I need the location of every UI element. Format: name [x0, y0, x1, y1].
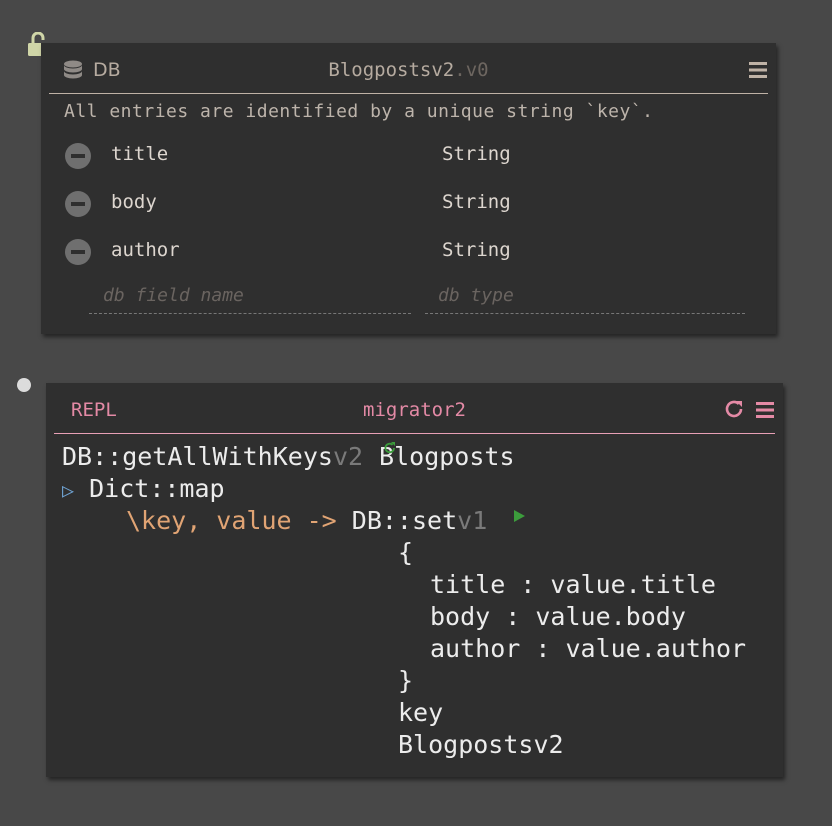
code-line-getallwithkeys[interactable]: DB::getAllWithKeysv2 Blogposts — [62, 441, 515, 473]
pipe-icon: ▷ — [62, 478, 75, 502]
field-name[interactable]: title — [111, 143, 168, 165]
menu-icon[interactable] — [748, 61, 768, 79]
code-record-field[interactable]: body : value.body — [430, 601, 686, 633]
field-type[interactable]: String — [442, 143, 511, 165]
db-panel: DB Blogpostsv2.v0 All entries are identi… — [41, 43, 776, 334]
play-icon[interactable] — [512, 509, 526, 523]
remove-field-icon[interactable] — [65, 143, 91, 169]
db-header: DB Blogpostsv2.v0 — [49, 55, 768, 94]
repl-name[interactable]: migrator2 — [54, 399, 775, 421]
db-version: .v0 — [454, 59, 489, 81]
menu-icon[interactable] — [755, 401, 775, 419]
field-name[interactable]: author — [111, 239, 180, 261]
field-name-underline — [89, 313, 411, 314]
code-line-dict-map[interactable]: ▷ Dict::map — [62, 473, 225, 506]
remove-field-icon[interactable] — [65, 191, 91, 217]
repl-header: REPL migrator2 — [54, 395, 775, 434]
repl-panel: REPL migrator2 DB::getAllWithKeysv2 Blogp… — [46, 383, 783, 777]
field-name[interactable]: body — [111, 191, 157, 213]
field-type[interactable]: String — [442, 239, 511, 261]
handler-status-dot[interactable] — [17, 378, 31, 392]
db-field-row: body String — [41, 190, 776, 220]
new-field-name-input[interactable]: db field name — [103, 285, 244, 306]
db-name[interactable]: Blogpostsv2.v0 — [49, 59, 768, 81]
code-arg-table[interactable]: Blogpostsv2 — [398, 729, 564, 761]
code-record-field[interactable]: title : value.title — [430, 569, 716, 601]
db-description: All entries are identified by a unique s… — [64, 101, 654, 122]
new-field-type-input[interactable]: db type — [438, 285, 514, 306]
code-arg-key[interactable]: key — [398, 697, 443, 729]
db-field-row: title String — [41, 142, 776, 172]
refresh-icon[interactable] — [723, 398, 745, 420]
code-record-close[interactable]: } — [398, 665, 413, 697]
remove-field-icon[interactable] — [65, 239, 91, 265]
field-type-underline — [425, 313, 745, 314]
field-type[interactable]: String — [442, 191, 511, 213]
code-record-open[interactable]: { — [398, 537, 413, 569]
code-line-lambda[interactable]: \key, value -> DB::setv1 — [126, 505, 487, 537]
db-field-row: author String — [41, 238, 776, 268]
code-record-field[interactable]: author : value.author — [430, 633, 746, 665]
refresh-icon[interactable] — [383, 441, 397, 455]
